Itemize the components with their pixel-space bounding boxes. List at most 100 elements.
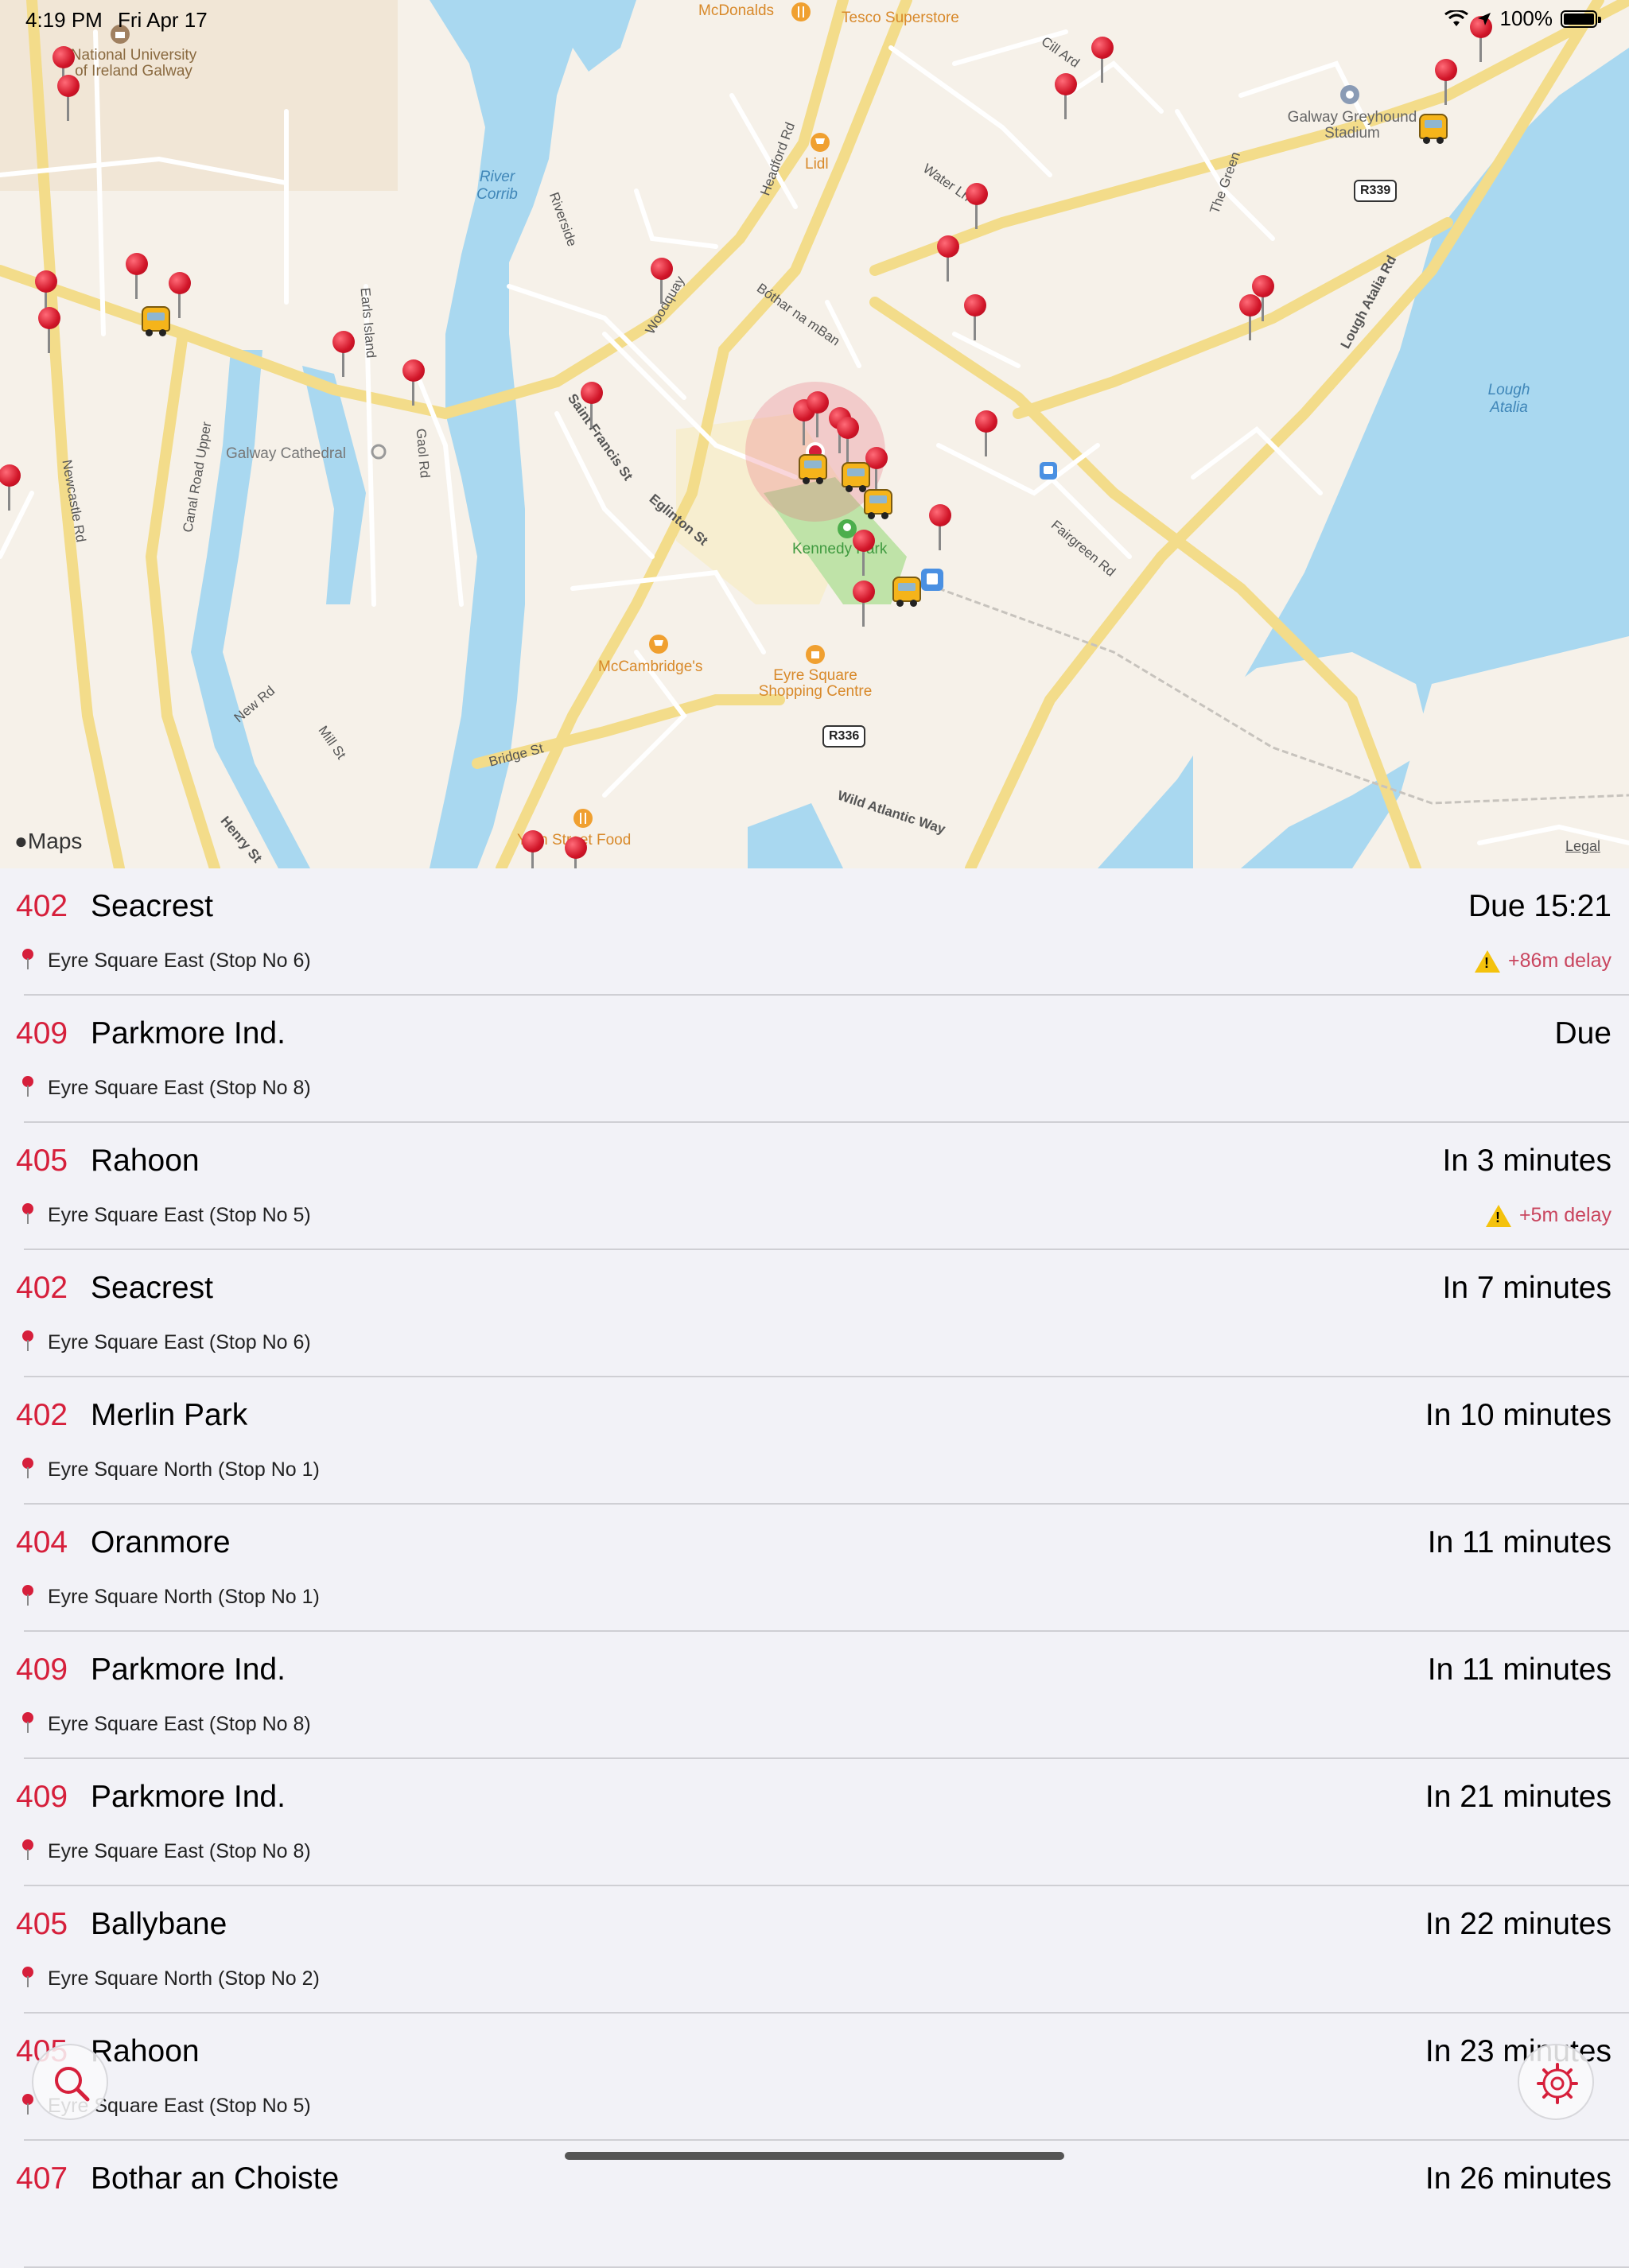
departure-row[interactable]: 409 Parkmore Ind. In 21 minutes Eyre Square… [0,1759,1629,1886]
stop-pin-icon [22,949,33,971]
stop-pin[interactable] [972,410,1001,456]
stop-pin[interactable] [849,530,878,576]
search-icon [55,2067,90,2102]
legal-link[interactable]: Legal [1565,838,1600,855]
route-number: 409 [16,1652,68,1687]
bus-icon[interactable] [864,489,892,519]
map-label-eyre-square-centre: Eyre Square Shopping Centre [758,667,873,700]
stop-pin[interactable] [329,331,358,377]
stop-name: Eyre Square East (Stop No 8) [48,1713,311,1735]
route-number: 402 [16,889,68,923]
stop-pin[interactable] [1249,275,1277,321]
route-number: 407 [16,2161,68,2196]
eta: In 26 minutes [1425,2161,1612,2196]
map-label-lough-atalia: Lough Atalia [1487,382,1530,416]
destination: Bothar an Choiste [91,2161,340,2196]
departure-row[interactable]: 407 Bothar an Choiste In 26 minutes [0,2141,1629,2268]
departure-row[interactable]: 402 Seacrest In 7 minutes Eyre Square East … [0,1250,1629,1377]
stop-name: Eyre Square East (Stop No 8) [48,1077,311,1099]
route-number: 402 [16,1271,68,1305]
status-right: 100% [1444,6,1601,31]
status-bar: 4:19 PM Fri Apr 17 100% [0,0,1629,38]
stop-pin[interactable] [519,830,547,868]
delay-badge: ! +5m delay [1485,1204,1612,1227]
destination: Seacrest [91,889,213,923]
bus-icon[interactable] [799,454,827,484]
stop-pin-icon [22,1330,33,1353]
stop-pin[interactable] [562,837,590,868]
departure-row[interactable]: 402 Merlin Park In 10 minutes Eyre Square N… [0,1377,1629,1505]
stop-pin[interactable] [834,417,862,463]
stop-pin-icon [22,1712,33,1734]
map-view[interactable]: National University of Ireland Galway Mc… [0,0,1629,868]
route-number: 409 [16,1016,68,1051]
route-number: 402 [16,1398,68,1432]
bus-stop-icon [1040,462,1057,480]
departure-row[interactable]: 404 Oranmore In 11 minutes Eyre Square Nort… [0,1505,1629,1632]
shopping-bag-icon [806,645,825,664]
stop-pin-icon [22,1076,33,1098]
stop-pin-icon [22,1458,33,1480]
eta: In 3 minutes [1442,1144,1612,1178]
shopping-cart-icon [649,635,668,654]
destination: Ballybane [91,1907,227,1941]
stop-pin[interactable] [647,258,676,304]
eta: Due 15:21 [1468,889,1612,923]
stop-pin[interactable] [399,359,428,406]
destination: Parkmore Ind. [91,1016,286,1051]
destination: Rahoon [91,1144,200,1178]
destination: Parkmore Ind. [91,1780,286,1814]
stop-pin[interactable] [1052,73,1080,119]
stop-pin[interactable] [1088,37,1117,83]
stop-pin[interactable] [1432,59,1460,105]
stop-pin[interactable] [122,253,151,299]
bus-icon[interactable] [842,462,870,492]
stop-pin[interactable] [577,382,606,428]
eta: In 11 minutes [1427,1525,1612,1559]
stop-pin[interactable] [54,75,83,121]
home-indicator[interactable] [565,2152,1064,2160]
road-shield-r339: R339 [1354,180,1398,202]
delay-text: +86m delay [1508,950,1612,972]
bus-icon[interactable] [892,577,921,607]
stop-name: Eyre Square East (Stop No 6) [48,1331,311,1353]
stop-name: Eyre Square East (Stop No 8) [48,1840,311,1862]
stop-name: Eyre Square East (Stop No 5) [48,1204,311,1226]
stop-pin-icon [22,1839,33,1862]
battery-percent: 100% [1499,6,1553,30]
route-number: 405 [16,1144,68,1178]
departure-row[interactable]: 409 Parkmore Ind. Due Eyre Square East (Sto… [0,996,1629,1123]
search-button[interactable] [32,2044,108,2120]
road-shield-r336: R336 [822,725,866,748]
departure-row[interactable]: 405 Ballybane In 22 minutes Eyre Square Nor… [0,1886,1629,2014]
stop-pin[interactable] [934,235,962,282]
apple-logo-icon: ● [14,829,28,853]
stop-pin[interactable] [961,294,989,340]
bus-icon[interactable] [142,306,170,336]
settings-button[interactable] [1518,2044,1594,2120]
stop-pin-icon [22,2094,33,2116]
eta: In 10 minutes [1425,1398,1612,1432]
stop-pin[interactable] [926,504,954,550]
stop-pin[interactable] [35,307,64,353]
map-label-cathedral: Galway Cathedral [226,445,347,462]
stop-pin[interactable] [849,581,878,627]
route-number: 409 [16,1780,68,1814]
departure-row[interactable]: 405 Rahoon In 3 minutes Eyre Square East (S… [0,1123,1629,1250]
location-arrow-icon [1477,12,1491,25]
stop-pin[interactable] [962,183,991,229]
departures-list[interactable]: 402 Seacrest Due 15:21 Eyre Square East (St… [0,868,1629,2268]
battery-icon [1561,10,1601,28]
departure-row[interactable]: 402 Seacrest Due 15:21 Eyre Square East (St… [0,868,1629,996]
destination: Rahoon [91,2034,200,2068]
stop-pin-icon [22,1585,33,1607]
stop-pin[interactable] [0,464,24,511]
stop-name: Eyre Square North (Stop No 1) [48,1458,320,1481]
eta: In 21 minutes [1425,1780,1612,1814]
eta: In 7 minutes [1442,1271,1612,1305]
bus-icon[interactable] [1419,114,1448,144]
departure-row[interactable]: 405 Rahoon In 23 minutes Eyre Square East (… [0,2014,1629,2141]
departure-row[interactable]: 409 Parkmore Ind. In 11 minutes Eyre Square… [0,1632,1629,1759]
destination: Oranmore [91,1525,231,1559]
landmark-icon [371,444,387,460]
